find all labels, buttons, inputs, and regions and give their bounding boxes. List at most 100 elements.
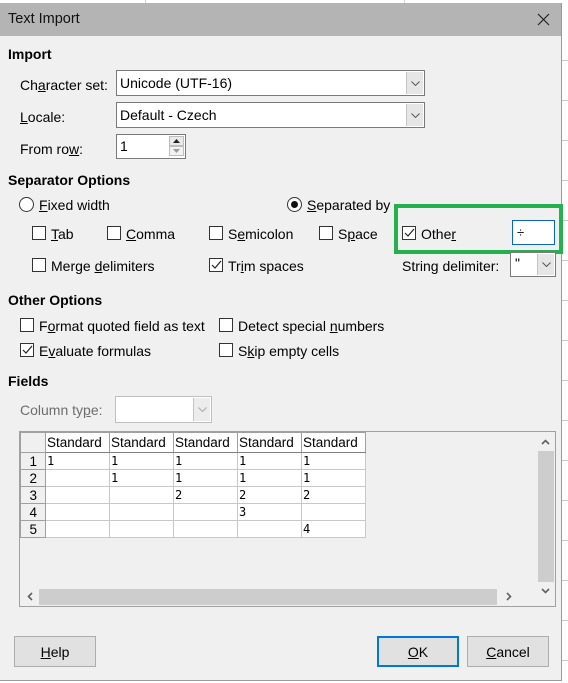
skip-empty-cells-label[interactable]: Skip empty cells — [238, 343, 339, 359]
trim-spaces-label[interactable]: Trim spaces — [228, 258, 304, 274]
locale-label: Locale: — [20, 109, 66, 125]
row-header: 5 — [20, 520, 46, 538]
row-header: 4 — [20, 503, 46, 521]
evaluate-formulas-label[interactable]: Evaluate formulas — [39, 343, 151, 359]
evaluate-formulas-checkbox[interactable] — [20, 343, 34, 357]
separated-by-label[interactable]: Separated by — [307, 197, 390, 213]
table-row: 2 1 1 1 1 — [20, 469, 366, 487]
other-checkbox[interactable] — [402, 226, 416, 240]
table-cell — [45, 503, 110, 521]
scroll-right-button[interactable] — [500, 588, 517, 605]
table-cell — [109, 486, 174, 504]
spin-up-button[interactable] — [169, 136, 184, 146]
close-button[interactable] — [531, 7, 555, 31]
format-quoted-label[interactable]: Format quoted field as text — [39, 318, 205, 334]
skip-empty-cells-checkbox[interactable] — [219, 343, 233, 357]
locale-select[interactable]: Default - Czech — [116, 102, 425, 128]
table-cell — [109, 520, 174, 538]
vertical-scrollbar[interactable] — [537, 432, 555, 594]
table-cell: 2 — [237, 486, 302, 504]
character-set-value: Unicode (UTF-16) — [120, 75, 233, 91]
fields-preview-grid[interactable]: Standard Standard Standard Standard Stan… — [19, 431, 556, 607]
spin-down-button[interactable] — [169, 146, 184, 156]
from-row-spinner[interactable]: 1 — [116, 134, 186, 159]
table-cell — [45, 486, 110, 504]
trim-spaces-checkbox[interactable] — [209, 258, 223, 272]
space-checkbox[interactable] — [319, 226, 333, 240]
import-heading: Import — [8, 46, 52, 62]
other-options-heading: Other Options — [8, 292, 103, 308]
column-header[interactable]: Standard — [109, 432, 174, 453]
triangle-up-icon — [173, 139, 180, 143]
format-quoted-checkbox[interactable] — [20, 318, 34, 332]
space-label[interactable]: Space — [338, 226, 378, 242]
semicolon-checkbox[interactable] — [209, 226, 223, 240]
fixed-width-radio[interactable] — [19, 197, 34, 212]
table-cell: 1 — [109, 452, 174, 470]
chevron-down-icon[interactable] — [537, 254, 554, 275]
cancel-button[interactable]: Cancel — [467, 636, 549, 667]
dialog-title: Text Import — [8, 11, 80, 27]
detect-special-numbers-checkbox[interactable] — [219, 318, 233, 332]
table-cell: 1 — [173, 452, 238, 470]
table-cell: 3 — [237, 503, 302, 521]
table-cell — [45, 520, 110, 538]
help-button[interactable]: Help — [14, 636, 96, 667]
table-cell: 1 — [301, 452, 366, 470]
row-header: 2 — [20, 469, 46, 487]
separator-options-heading: Separator Options — [8, 172, 131, 188]
column-type-label: Column type: — [20, 402, 103, 418]
column-header[interactable]: Standard — [301, 432, 366, 453]
close-icon — [537, 13, 549, 25]
table-row: 4 3 — [20, 503, 366, 521]
column-type-select[interactable] — [115, 396, 212, 423]
semicolon-label[interactable]: Semicolon — [228, 226, 293, 242]
chevron-down-icon[interactable] — [406, 104, 423, 126]
grid-corner — [20, 432, 46, 453]
character-set-select[interactable]: Unicode (UTF-16) — [116, 70, 425, 96]
column-header[interactable]: Standard — [45, 432, 110, 453]
column-header[interactable]: Standard — [237, 432, 302, 453]
chevron-up-icon — [541, 438, 550, 445]
table-cell — [301, 503, 366, 521]
fields-heading: Fields — [8, 373, 49, 389]
horizontal-scroll-thumb[interactable] — [39, 589, 497, 605]
triangle-down-icon — [173, 149, 180, 153]
other-label[interactable]: Other — [421, 226, 456, 242]
locale-value: Default - Czech — [120, 107, 217, 123]
comma-checkbox[interactable] — [107, 226, 121, 240]
chevron-down-icon — [193, 398, 210, 421]
table-cell: 1 — [237, 452, 302, 470]
from-row-value: 1 — [120, 138, 128, 154]
chevron-down-icon[interactable] — [406, 72, 423, 94]
scroll-left-button[interactable] — [21, 588, 38, 605]
string-delimiter-value: " — [515, 255, 520, 271]
scroll-down-button[interactable] — [537, 582, 554, 599]
table-cell: 1 — [173, 469, 238, 487]
merge-delimiters-label[interactable]: Merge delimiters — [51, 258, 155, 274]
detect-special-numbers-label[interactable]: Detect special numbers — [238, 318, 384, 334]
row-header: 3 — [20, 486, 46, 504]
comma-label[interactable]: Comma — [126, 226, 175, 242]
horizontal-scrollbar[interactable] — [20, 588, 538, 606]
ok-button[interactable]: OK — [377, 636, 459, 667]
string-delimiter-select[interactable]: " — [510, 252, 556, 277]
chevron-right-icon — [505, 592, 512, 601]
table-cell: 2 — [301, 486, 366, 504]
table-cell — [45, 469, 110, 487]
tab-checkbox[interactable] — [32, 226, 46, 240]
row-header: 1 — [20, 452, 46, 470]
fixed-width-label[interactable]: Fixed width — [39, 197, 110, 213]
checkmark-icon — [22, 345, 33, 354]
chevron-left-icon — [26, 592, 33, 601]
separated-by-radio[interactable] — [287, 197, 302, 212]
other-separator-value: ÷ — [517, 225, 525, 240]
other-separator-input[interactable]: ÷ — [512, 220, 555, 245]
table-cell: 1 — [45, 452, 110, 470]
scroll-up-button[interactable] — [537, 433, 554, 450]
vertical-scroll-thumb[interactable] — [538, 451, 554, 582]
string-delimiter-label: String delimiter: — [402, 258, 500, 274]
merge-delimiters-checkbox[interactable] — [32, 258, 46, 272]
tab-label[interactable]: Tab — [51, 226, 74, 242]
column-header[interactable]: Standard — [173, 432, 238, 453]
